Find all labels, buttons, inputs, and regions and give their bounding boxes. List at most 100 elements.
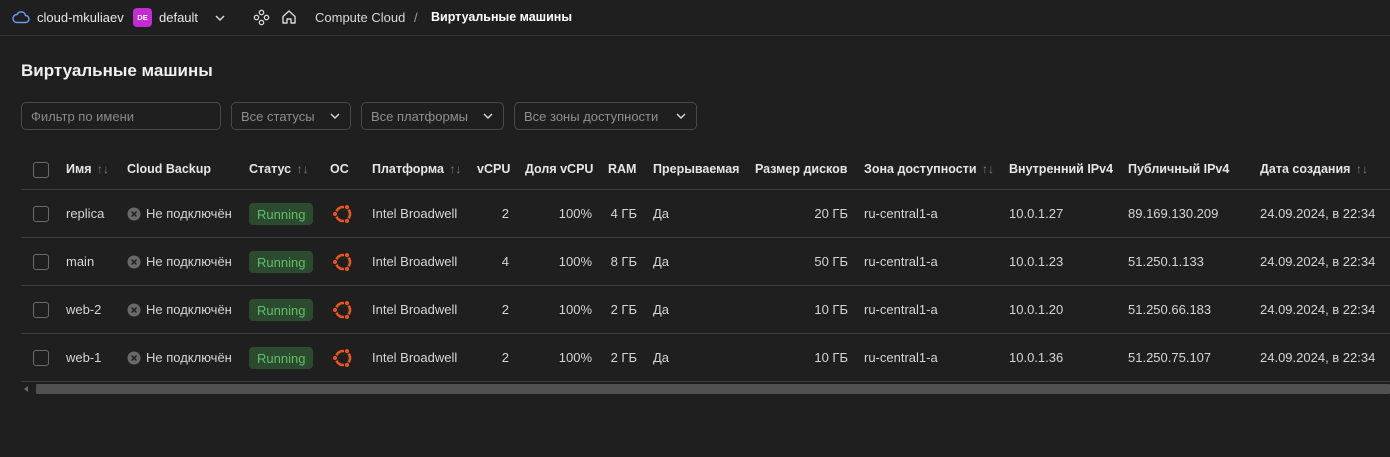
platform: Intel Broadwell xyxy=(372,206,458,221)
created-date: 24.09.2024, в 22:34 xyxy=(1260,206,1376,221)
disk-size: 20 ГБ xyxy=(814,206,848,221)
folder-selector[interactable]: default xyxy=(159,10,198,25)
column-header-platform[interactable]: Платформа ↑↓ xyxy=(372,162,461,176)
ipv4-internal: 10.0.1.27 xyxy=(1009,206,1064,221)
status-badge: Running xyxy=(249,299,314,321)
top-bar: cloud-mkuliaev DE default Compute Cloud … xyxy=(0,0,1390,36)
scroll-thumb[interactable] xyxy=(36,384,1390,394)
vcpu-share: 100% xyxy=(558,302,592,317)
select-all-checkbox[interactable] xyxy=(33,162,49,178)
disk-size: 10 ГБ xyxy=(814,350,848,365)
status-filter-value: Все статусы xyxy=(241,108,315,124)
column-header-created[interactable]: Дата создания ↑↓ xyxy=(1260,162,1368,176)
sort-icon[interactable]: ↑↓ xyxy=(1356,162,1368,176)
chevron-down-icon xyxy=(330,113,340,119)
breadcrumb-service[interactable]: Compute Cloud xyxy=(315,10,405,25)
table-row[interactable]: replica Не подключён Running Intel Broadwel… xyxy=(21,190,1390,238)
sort-icon[interactable]: ↑↓ xyxy=(449,162,461,176)
availability-zone: ru-central1-a xyxy=(864,350,938,365)
cloud-icon xyxy=(12,11,30,24)
ipv4-public: 89.169.130.209 xyxy=(1128,206,1219,221)
column-header-vcpu-share: Доля vCPU xyxy=(525,162,594,176)
column-header-backup: Cloud Backup xyxy=(127,162,212,176)
column-header-name[interactable]: Имя ↑↓ xyxy=(66,162,109,176)
backup-status: Не подключён xyxy=(146,254,232,269)
availability-zone: ru-central1-a xyxy=(864,302,938,317)
vcpu-share: 100% xyxy=(558,350,592,365)
disk-size: 10 ГБ xyxy=(814,302,848,317)
vcpu-share: 100% xyxy=(558,206,592,221)
row-checkbox[interactable] xyxy=(33,350,49,366)
ipv4-public: 51.250.66.183 xyxy=(1128,302,1212,317)
vm-name[interactable]: web-2 xyxy=(66,302,101,317)
home-icon[interactable] xyxy=(281,9,297,25)
platform: Intel Broadwell xyxy=(372,350,458,365)
vcpu: 2 xyxy=(501,350,509,365)
availability-zone: ru-central1-a xyxy=(864,254,938,269)
column-header-preemptible: Прерываемая xyxy=(653,162,740,176)
ubuntu-icon xyxy=(331,346,355,370)
column-header-ipv4-internal: Внутренний IPv4 xyxy=(1009,162,1114,176)
ram: 8 ГБ xyxy=(610,254,637,269)
created-date: 24.09.2024, в 22:34 xyxy=(1260,302,1376,317)
vm-name[interactable]: replica xyxy=(66,206,104,221)
column-header-disk: Размер дисков xyxy=(755,162,848,176)
column-header-os: ОС xyxy=(330,162,349,176)
backup-status: Не подключён xyxy=(146,206,232,221)
scroll-left-icon[interactable] xyxy=(23,386,29,392)
column-header-zone[interactable]: Зона доступности ↑↓ xyxy=(864,162,994,176)
backup-disabled-icon xyxy=(127,207,141,221)
ubuntu-icon xyxy=(331,298,355,322)
zone-filter-value: Все зоны доступности xyxy=(524,108,659,124)
ram: 4 ГБ xyxy=(610,206,637,221)
platform-filter-value: Все платформы xyxy=(371,108,468,124)
ipv4-internal: 10.0.1.36 xyxy=(1009,350,1064,365)
table-row[interactable]: web-2 Не подключён Running Intel Broadwell 2… xyxy=(21,286,1390,334)
preemptible: Да xyxy=(653,254,670,269)
column-header-ram: RAM xyxy=(608,162,637,176)
status-badge: Running xyxy=(249,251,314,273)
column-header-vcpu: vCPU xyxy=(477,162,511,176)
zone-filter-select[interactable]: Все зоны доступности xyxy=(514,102,697,130)
vcpu: 2 xyxy=(501,206,509,221)
services-icon[interactable] xyxy=(253,9,270,26)
status-badge: Running xyxy=(249,203,314,225)
folder-badge: DE xyxy=(133,8,152,27)
backup-status: Не подключён xyxy=(146,350,232,365)
name-filter-input[interactable] xyxy=(21,102,221,130)
table-header: Имя ↑↓ Cloud Backup Статус ↑↓ ОС Платфор… xyxy=(21,150,1390,190)
chevron-down-icon[interactable] xyxy=(213,11,227,25)
table-row[interactable]: main Не подключён Running Intel Broadwell 4 1… xyxy=(21,238,1390,286)
availability-zone: ru-central1-a xyxy=(864,206,938,221)
cloud-selector[interactable]: cloud-mkuliaev xyxy=(37,10,124,25)
ram: 2 ГБ xyxy=(610,302,637,317)
vcpu: 2 xyxy=(501,302,509,317)
sort-icon[interactable]: ↑↓ xyxy=(297,162,309,176)
ubuntu-icon xyxy=(331,250,355,274)
horizontal-scrollbar[interactable] xyxy=(23,384,1390,394)
row-checkbox[interactable] xyxy=(33,206,49,222)
table-row[interactable]: web-1 Не подключён Running Intel Broadwell 2… xyxy=(21,334,1390,382)
backup-disabled-icon xyxy=(127,303,141,317)
sort-icon[interactable]: ↑↓ xyxy=(97,162,109,176)
vm-name[interactable]: main xyxy=(66,254,94,269)
ubuntu-icon xyxy=(331,202,355,226)
row-checkbox[interactable] xyxy=(33,302,49,318)
vm-name[interactable]: web-1 xyxy=(66,350,101,365)
column-header-ipv4-public: Публичный IPv4 xyxy=(1128,162,1230,176)
ipv4-internal: 10.0.1.20 xyxy=(1009,302,1064,317)
row-checkbox[interactable] xyxy=(33,254,49,270)
backup-disabled-icon xyxy=(127,351,141,365)
backup-disabled-icon xyxy=(127,255,141,269)
created-date: 24.09.2024, в 22:34 xyxy=(1260,254,1376,269)
preemptible: Да xyxy=(653,206,670,221)
status-filter-select[interactable]: Все статусы xyxy=(231,102,351,130)
page-title: Виртуальные машины xyxy=(21,61,213,80)
platform-filter-select[interactable]: Все платформы xyxy=(361,102,504,130)
sort-icon[interactable]: ↑↓ xyxy=(982,162,994,176)
vcpu-share: 100% xyxy=(558,254,592,269)
ipv4-internal: 10.0.1.23 xyxy=(1009,254,1064,269)
column-header-status[interactable]: Статус ↑↓ xyxy=(249,162,309,176)
vcpu: 4 xyxy=(501,254,509,269)
ipv4-public: 51.250.75.107 xyxy=(1128,350,1212,365)
